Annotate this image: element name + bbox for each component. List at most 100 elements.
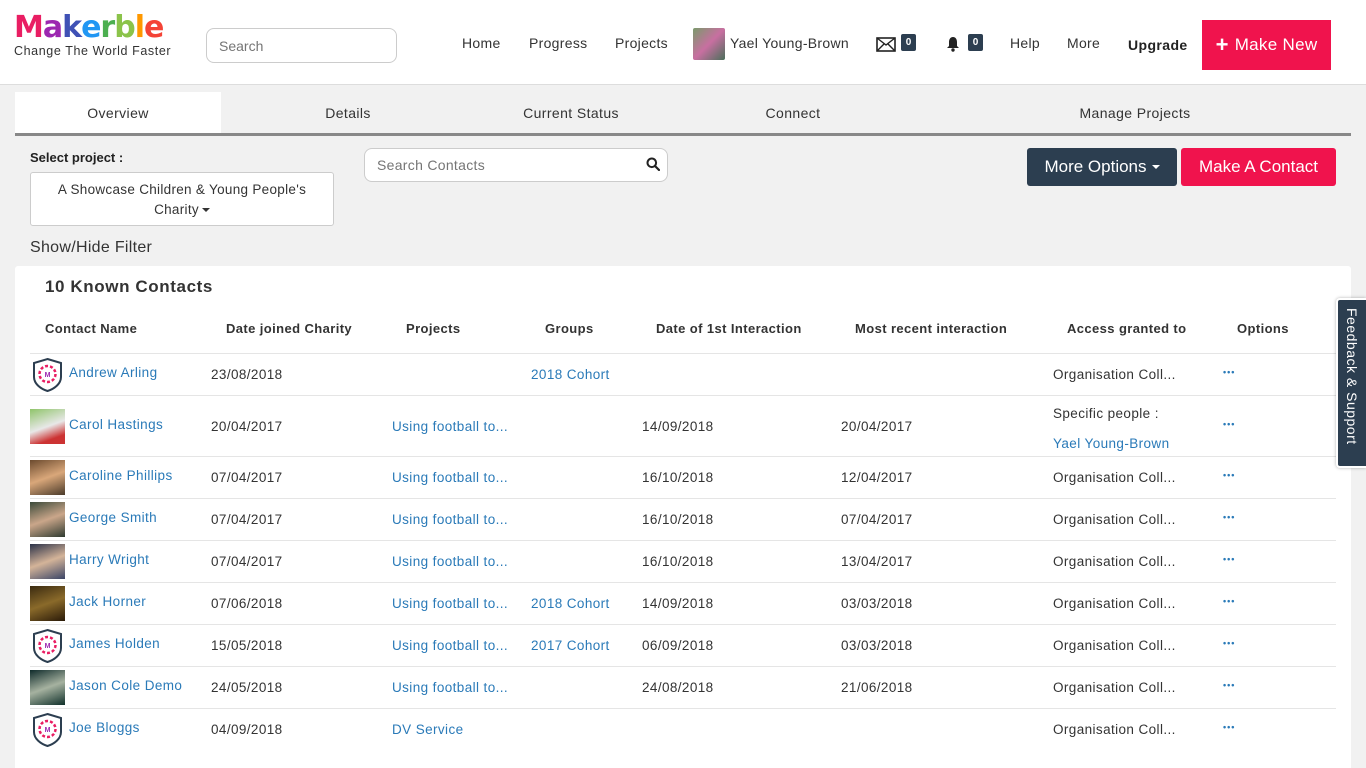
contact-avatar[interactable]: M (30, 628, 65, 664)
table-row[interactable]: Jason Cole Demo 24/05/2018 Using football … (30, 666, 1336, 708)
row-options-ellipsis-icon[interactable]: ••• (1223, 470, 1235, 480)
project-select[interactable]: A Showcase Children & Young People's Cha… (30, 172, 334, 226)
table-row[interactable]: M Andrew Arling 23/08/2018 2018 Cohort Organ… (30, 353, 1336, 395)
contact-name-link[interactable]: Jack Horner (69, 594, 146, 609)
contact-name-link[interactable]: James Holden (69, 636, 160, 651)
row-options-ellipsis-icon[interactable]: ••• (1223, 680, 1235, 690)
col-contact-name[interactable]: Contact Name (45, 321, 137, 336)
contact-avatar[interactable] (30, 502, 65, 537)
contact-avatar[interactable] (30, 586, 65, 621)
project-link[interactable]: Using football to... (392, 596, 508, 611)
logo-tagline: Change The World Faster (14, 44, 172, 58)
logo-letter: e (144, 10, 164, 45)
tab-overview[interactable]: Overview (15, 92, 221, 133)
make-new-button[interactable]: + Make New (1202, 20, 1331, 70)
nav-user-name[interactable]: Yael Young-Brown (730, 35, 849, 51)
contact-name-link[interactable]: Caroline Phillips (69, 468, 173, 483)
date-joined: 07/04/2017 (211, 470, 283, 485)
project-link[interactable]: Using football to... (392, 512, 508, 527)
contacts-count-title: 10 Known Contacts (45, 277, 213, 296)
col-recent-interaction[interactable]: Most recent interaction (855, 321, 1007, 336)
contact-name-link[interactable]: Joe Bloggs (69, 720, 140, 735)
access-granted: Organisation Coll... (1053, 680, 1176, 695)
row-options-ellipsis-icon[interactable]: ••• (1223, 512, 1235, 522)
tab-details[interactable]: Details (265, 92, 431, 133)
nav-help[interactable]: Help (1010, 35, 1040, 51)
project-link[interactable]: Using football to... (392, 680, 508, 695)
recent-interaction-date: 03/03/2018 (841, 638, 913, 653)
logo-letter: e (81, 10, 101, 45)
envelope-icon[interactable] (876, 37, 896, 57)
upgrade-link[interactable]: Upgrade (1128, 37, 1188, 53)
row-options-ellipsis-icon[interactable]: ••• (1223, 638, 1235, 648)
first-interaction-date: 24/08/2018 (642, 680, 714, 695)
project-link[interactable]: Using football to... (392, 554, 508, 569)
more-options-button[interactable]: More Options (1027, 148, 1177, 186)
col-groups[interactable]: Groups (545, 321, 594, 336)
feedback-support-tab[interactable]: Feedback & Support (1336, 298, 1366, 468)
tab-manage-projects[interactable]: Manage Projects (1045, 92, 1225, 133)
make-contact-button[interactable]: Make A Contact (1181, 148, 1336, 186)
contact-name-link[interactable]: Carol Hastings (69, 417, 163, 432)
global-search-input[interactable] (206, 28, 397, 63)
access-person-link[interactable]: Yael Young-Brown (1053, 436, 1169, 451)
logo-letter: a (42, 10, 63, 45)
row-options-ellipsis-icon[interactable]: ••• (1223, 596, 1235, 606)
feedback-label: Feedback & Support (1344, 308, 1360, 445)
search-icon[interactable] (646, 157, 661, 176)
table-row[interactable]: George Smith 07/04/2017 Using football to.… (30, 498, 1336, 540)
show-hide-filter[interactable]: Show/Hide Filter (30, 239, 152, 257)
tab-current-status[interactable]: Current Status (485, 92, 657, 133)
group-link[interactable]: 2018 Cohort (531, 367, 610, 382)
col-first-interaction[interactable]: Date of 1st Interaction (656, 321, 802, 336)
row-options-ellipsis-icon[interactable]: ••• (1223, 419, 1235, 429)
bell-icon[interactable] (945, 36, 961, 57)
col-date-joined[interactable]: Date joined Charity (226, 321, 352, 336)
contact-avatar[interactable] (30, 409, 65, 444)
select-project-label: Select project : (30, 150, 124, 165)
contact-avatar[interactable] (30, 544, 65, 579)
group-link[interactable]: 2018 Cohort (531, 596, 610, 611)
table-row[interactable]: Jack Horner 07/06/2018 Using football to..… (30, 582, 1336, 624)
table-row[interactable]: M Joe Bloggs 04/09/2018 DV Service Organisat… (30, 708, 1336, 750)
group-link[interactable]: 2017 Cohort (531, 638, 610, 653)
row-options-ellipsis-icon[interactable]: ••• (1223, 367, 1235, 377)
nav-home[interactable]: Home (462, 35, 501, 51)
makerble-logo[interactable]: Makerble Change The World Faster (14, 10, 172, 59)
contact-name-link[interactable]: George Smith (69, 510, 157, 525)
search-contacts-input[interactable] (364, 148, 668, 182)
nav-progress[interactable]: Progress (529, 35, 587, 51)
table-row[interactable]: Caroline Phillips 07/04/2017 Using footbal… (30, 456, 1336, 498)
contact-avatar[interactable]: M (30, 712, 65, 748)
contact-name-link[interactable]: Harry Wright (69, 552, 149, 567)
recent-interaction-date: 03/03/2018 (841, 596, 913, 611)
nav-more[interactable]: More (1067, 35, 1100, 51)
recent-interaction-date: 12/04/2017 (841, 470, 913, 485)
project-link[interactable]: Using football to... (392, 419, 508, 434)
nav-projects[interactable]: Projects (615, 35, 668, 51)
access-granted: Organisation Coll... (1053, 512, 1176, 527)
first-interaction-date: 14/09/2018 (642, 596, 714, 611)
date-joined: 04/09/2018 (211, 722, 283, 737)
tab-connect[interactable]: Connect (715, 92, 871, 133)
project-link[interactable]: Using football to... (392, 470, 508, 485)
contact-avatar[interactable] (30, 460, 65, 495)
user-avatar[interactable] (693, 28, 725, 60)
row-options-ellipsis-icon[interactable]: ••• (1223, 722, 1235, 732)
col-projects[interactable]: Projects (406, 321, 461, 336)
contact-avatar[interactable] (30, 670, 65, 705)
svg-text:M: M (45, 372, 51, 379)
table-row[interactable]: Harry Wright 07/04/2017 Using football to.… (30, 540, 1336, 582)
access-granted: Organisation Coll... (1053, 367, 1176, 382)
contact-name-link[interactable]: Jason Cole Demo (69, 678, 182, 693)
col-options: Options (1237, 321, 1289, 336)
table-row[interactable]: Carol Hastings 20/04/2017 Using football t… (30, 395, 1336, 456)
project-link[interactable]: Using football to... (392, 638, 508, 653)
contact-name-link[interactable]: Andrew Arling (69, 365, 158, 380)
contact-avatar[interactable]: M (30, 357, 65, 393)
date-joined: 07/04/2017 (211, 512, 283, 527)
row-options-ellipsis-icon[interactable]: ••• (1223, 554, 1235, 564)
project-link[interactable]: DV Service (392, 722, 464, 737)
col-access[interactable]: Access granted to (1067, 321, 1187, 336)
table-row[interactable]: M James Holden 15/05/2018 Using football to… (30, 624, 1336, 666)
